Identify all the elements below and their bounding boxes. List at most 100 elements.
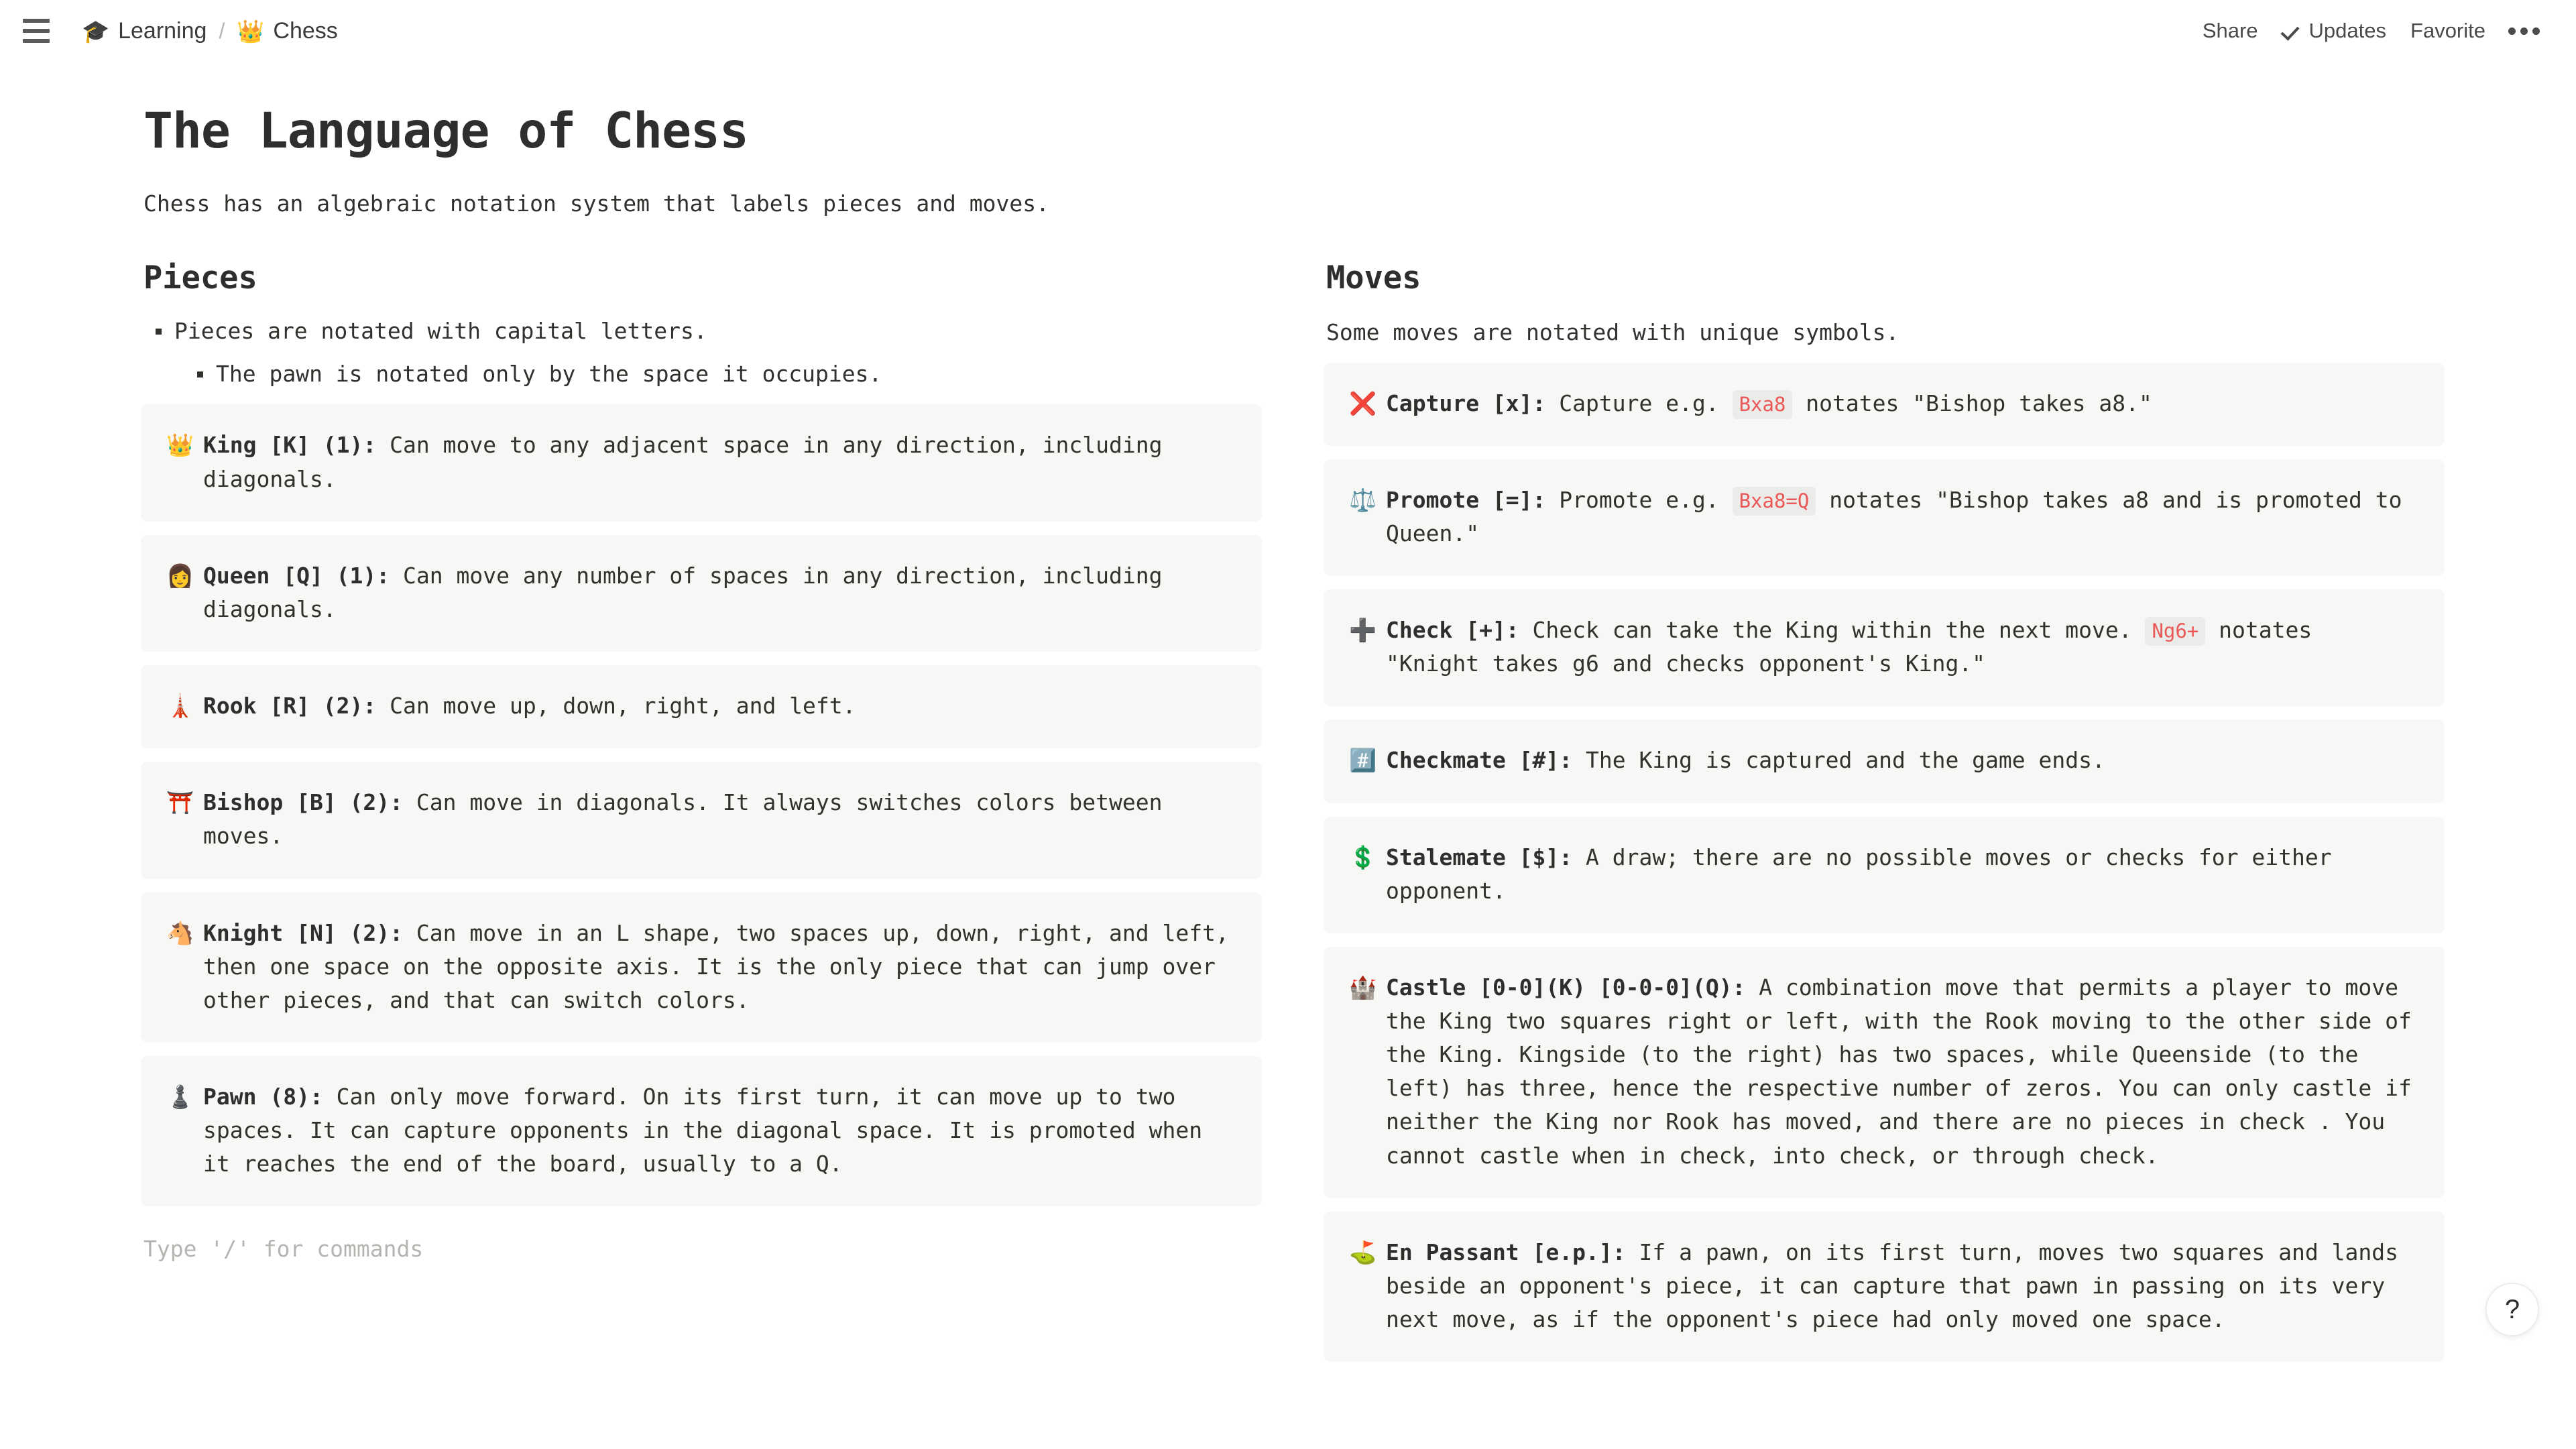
hamburger-icon[interactable] <box>23 17 55 44</box>
page-subtitle[interactable]: Chess has an algebraic notation system t… <box>143 187 2433 221</box>
balance-scale-icon: ⚖️ <box>1349 487 1377 512</box>
flag-in-hole-icon: ⛳ <box>1349 1239 1377 1265</box>
callout-text: Rook [R] (2): Can move up, down, right, … <box>203 689 1235 723</box>
callout-moves[interactable]: 🏰 Castle [0-0](K) [0-0-0](Q): A combinati… <box>1324 946 2445 1198</box>
dot <box>2508 27 2516 35</box>
callout-text: Promote [=]: Promote e.g. Bxa8=Q notates… <box>1386 483 2418 550</box>
callout-pieces[interactable]: 👑 King [K] (1): Can move to any adjacent … <box>141 404 1262 522</box>
callout-text: Castle [0-0](K) [0-0-0](Q): A combinatio… <box>1386 971 2418 1173</box>
callout-moves[interactable]: ⚖️ Promote [=]: Promote e.g. Bxa8=Q notat… <box>1324 459 2445 577</box>
callout-pieces[interactable]: 👩 Queen [Q] (1): Can move any number of s… <box>141 534 1262 652</box>
pieces-callout-list: 👑 King [K] (1): Can move to any adjacent … <box>141 404 1262 1207</box>
callout-title: Capture [x]: <box>1386 390 1546 416</box>
callout-pieces[interactable]: 🐴 Knight [N] (2): Can move in an L shape,… <box>141 892 1262 1043</box>
inline-code: Bxa8 <box>1732 390 1793 419</box>
callout-moves[interactable]: ⛳ En Passant [e.p.]: If a pawn, on its fi… <box>1324 1211 2445 1363</box>
help-label: ? <box>2504 1294 2520 1324</box>
column-pieces: Pieces Pieces are notated with capital l… <box>141 259 1262 1262</box>
callout-title: Promote [=]: <box>1386 486 1546 513</box>
command-placeholder[interactable]: Type '/' for commands <box>141 1236 1262 1262</box>
breadcrumb: 🎓 Learning / 👑 Chess <box>74 14 346 48</box>
graduation-cap-icon: 🎓 <box>82 18 110 44</box>
callout-moves[interactable]: 💲 Stalemate [$]: A draw; there are no pos… <box>1324 816 2445 933</box>
callout-body-before: The King is captured and the game ends. <box>1572 747 2105 774</box>
callout-title: Pawn (8): <box>203 1083 323 1110</box>
woman-icon: 👩 <box>166 563 194 588</box>
moves-callout-list: ❌ Capture [x]: Capture e.g. Bxa8 notates … <box>1324 362 2445 1363</box>
share-label: Share <box>2202 19 2258 42</box>
list-item[interactable]: The pawn is notated only by the space it… <box>185 357 1262 391</box>
plus-sign-icon: ➕ <box>1349 618 1377 643</box>
crown-icon: 👑 <box>237 18 265 44</box>
callout-text: Bishop [B] (2): Can move in diagonals. I… <box>203 786 1235 853</box>
callout-pieces[interactable]: ⛩️ Bishop [B] (2): Can move in diagonals.… <box>141 762 1262 879</box>
breadcrumb-item-chess[interactable]: 👑 Chess <box>229 14 345 48</box>
cross-mark-icon: ❌ <box>1349 390 1377 416</box>
callout-title: Rook [R] (2): <box>203 693 377 719</box>
callout-pieces[interactable]: ♟️ Pawn (8): Can only move forward. On it… <box>141 1055 1262 1207</box>
callout-body-before: Capture e.g. <box>1545 390 1733 416</box>
section-heading-pieces[interactable]: Pieces <box>141 259 1262 297</box>
hash-keycap-icon: #️⃣ <box>1349 748 1377 773</box>
callout-title: Castle [0-0](K) [0-0-0](Q): <box>1386 974 1746 1000</box>
tokyo-tower-icon: 🗼 <box>166 693 194 719</box>
callout-title: Bishop [B] (2): <box>203 789 404 816</box>
page-title[interactable]: The Language of Chess <box>143 103 2433 159</box>
document-page: The Language of Chess Chess has an algeb… <box>0 62 2576 1363</box>
breadcrumb-label-chess: Chess <box>273 17 338 44</box>
callout-moves[interactable]: #️⃣ Checkmate [#]: The King is captured a… <box>1324 719 2445 803</box>
callout-text: Stalemate [$]: A draw; there are no poss… <box>1386 841 2418 908</box>
shinto-shrine-icon: ⛩️ <box>166 790 194 815</box>
callout-text: Knight [N] (2): Can move in an L shape, … <box>203 917 1235 1017</box>
updates-button[interactable]: Updates <box>2270 12 2398 50</box>
breadcrumb-separator: / <box>219 18 225 43</box>
inline-code: Ng6+ <box>2145 617 2206 646</box>
help-button[interactable]: ? <box>2485 1283 2539 1337</box>
inline-code: Bxa8=Q <box>1732 486 1816 516</box>
crown-icon: 👑 <box>166 432 194 458</box>
chess-pawn-icon: ♟️ <box>166 1084 194 1109</box>
two-column-layout: Pieces Pieces are notated with capital l… <box>0 259 2576 1363</box>
hamburger-line <box>23 39 50 43</box>
callout-moves[interactable]: ❌ Capture [x]: Capture e.g. Bxa8 notates … <box>1324 362 2445 446</box>
callout-body: Can move up, down, right, and left. <box>376 693 856 719</box>
dot <box>2532 27 2540 35</box>
callout-text: Check [+]: Check can take the King withi… <box>1386 614 2418 681</box>
callout-title: Stalemate [$]: <box>1386 844 1573 870</box>
favorite-label: Favorite <box>2410 19 2485 42</box>
callout-title: Queen [Q] (1): <box>203 562 390 589</box>
hamburger-line <box>23 29 50 33</box>
check-icon <box>2282 21 2301 40</box>
section-heading-moves[interactable]: Moves <box>1324 259 2445 297</box>
dollar-sign-icon: 💲 <box>1349 844 1377 870</box>
breadcrumb-item-learning[interactable]: 🎓 Learning <box>74 14 215 48</box>
callout-body-before: Promote e.g. <box>1545 486 1733 513</box>
callout-pieces[interactable]: 🗼 Rook [R] (2): Can move up, down, right,… <box>141 665 1262 749</box>
castle-icon: 🏰 <box>1349 974 1377 1000</box>
callout-text: Capture [x]: Capture e.g. Bxa8 notates "… <box>1386 387 2418 420</box>
hamburger-line <box>23 19 50 23</box>
share-button[interactable]: Share <box>2190 12 2270 50</box>
callout-body-after: notates "Bishop takes a8." <box>1792 390 2152 416</box>
callout-text: En Passant [e.p.]: If a pawn, on its fir… <box>1386 1236 2418 1336</box>
callout-title: King [K] (1): <box>203 432 377 459</box>
callout-title: Check [+]: <box>1386 617 1519 644</box>
dot <box>2520 27 2528 35</box>
callout-text: King [K] (1): Can move to any adjacent s… <box>203 428 1235 496</box>
top-bar: 🎓 Learning / 👑 Chess Share Updates Favor… <box>0 0 2576 62</box>
callout-title: Knight [N] (2): <box>203 919 404 946</box>
more-options-icon[interactable] <box>2498 18 2551 44</box>
favorite-button[interactable]: Favorite <box>2398 12 2498 50</box>
section-subtitle-moves[interactable]: Some moves are notated with unique symbo… <box>1324 316 2445 349</box>
callout-body: Can only move forward. On its first turn… <box>203 1083 1203 1177</box>
updates-label: Updates <box>2308 19 2387 42</box>
callout-moves[interactable]: ➕ Check [+]: Check can take the King with… <box>1324 589 2445 707</box>
top-bar-actions: Share Updates Favorite <box>2190 12 2551 50</box>
callout-text: Checkmate [#]: The King is captured and … <box>1386 744 2418 777</box>
list-item[interactable]: Pieces are notated with capital letters. <box>143 314 1262 348</box>
callout-text: Pawn (8): Can only move forward. On its … <box>203 1080 1235 1181</box>
breadcrumb-label-learning: Learning <box>118 17 207 44</box>
callout-title: En Passant [e.p.]: <box>1386 1238 1626 1265</box>
document-header: The Language of Chess Chess has an algeb… <box>0 62 2576 221</box>
pieces-bullet-list: Pieces are notated with capital letters.… <box>141 314 1262 391</box>
